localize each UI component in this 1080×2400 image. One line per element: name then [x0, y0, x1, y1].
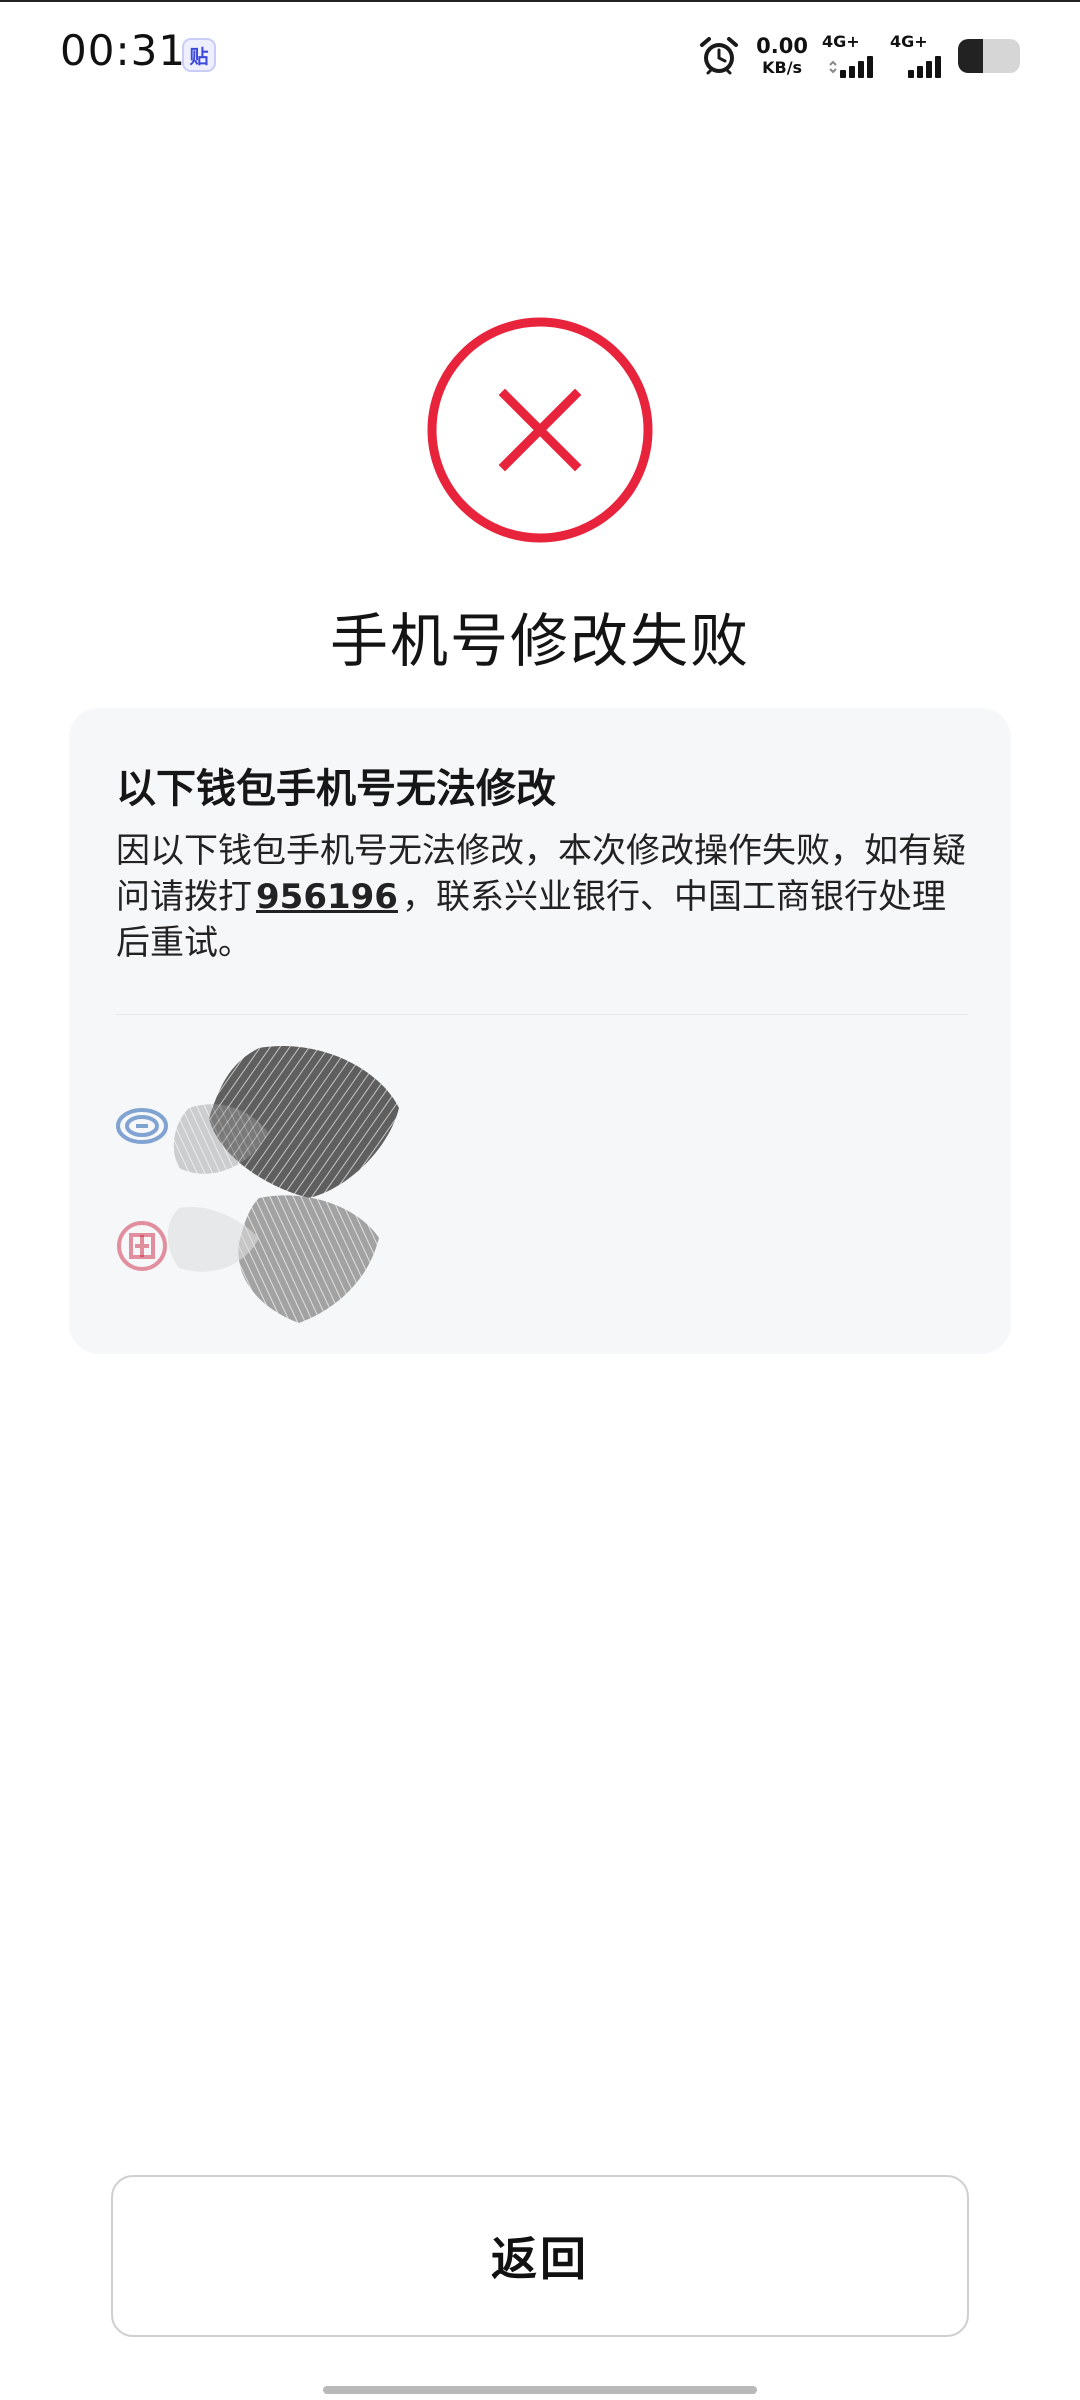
card-divider	[116, 1014, 968, 1015]
home-indicator[interactable]	[323, 2386, 757, 2394]
status-bar: 00:31 贴 0.00 KB/s 4G+ 4G+	[0, 0, 1080, 110]
wallet-item	[116, 1098, 186, 1154]
redaction-scribble	[167, 1046, 399, 1323]
cib-bank-logo	[116, 1108, 168, 1144]
signal-icon	[829, 56, 873, 78]
card-description: 因以下钱包手机号无法修改，本次修改操作失败，如有疑问请拨打 956196 ，联系兴业…	[116, 828, 976, 966]
wallet-item	[116, 1218, 186, 1274]
status-time: 00:31	[60, 26, 187, 75]
sim1-network-label: 4G+	[822, 32, 860, 51]
sim2-signal: 4G+	[890, 34, 946, 78]
hotline-number[interactable]: 956196	[256, 877, 398, 917]
battery-icon	[958, 39, 1020, 73]
info-card: 以下钱包手机号无法修改 因以下钱包手机号无法修改，本次修改操作失败，如有疑问请拨…	[69, 708, 1011, 1354]
result-title: 手机号修改失败	[329, 607, 750, 675]
sim2-network-label: 4G+	[890, 32, 928, 51]
battery-fill	[958, 39, 983, 73]
network-speed-value: 0.00	[756, 34, 808, 58]
card-title: 以下钱包手机号无法修改	[116, 766, 556, 812]
error-x-icon	[427, 317, 653, 543]
status-icons: 0.00 KB/s 4G+ 4G+	[698, 32, 1020, 80]
network-speed: 0.00 KB/s	[756, 36, 808, 76]
alarm-icon	[700, 37, 739, 75]
back-button[interactable]: 返回	[111, 2175, 969, 2337]
network-speed-unit: KB/s	[762, 58, 803, 77]
icbc-bank-logo	[117, 1221, 167, 1271]
sim1-signal: 4G+	[822, 34, 878, 78]
screen: 00:31 贴 0.00 KB/s 4G+ 4G+ 手机号修改失败 以下钱包手机…	[0, 0, 1080, 2400]
signal-icon	[908, 56, 941, 78]
app-notification-icon: 贴	[182, 38, 216, 72]
